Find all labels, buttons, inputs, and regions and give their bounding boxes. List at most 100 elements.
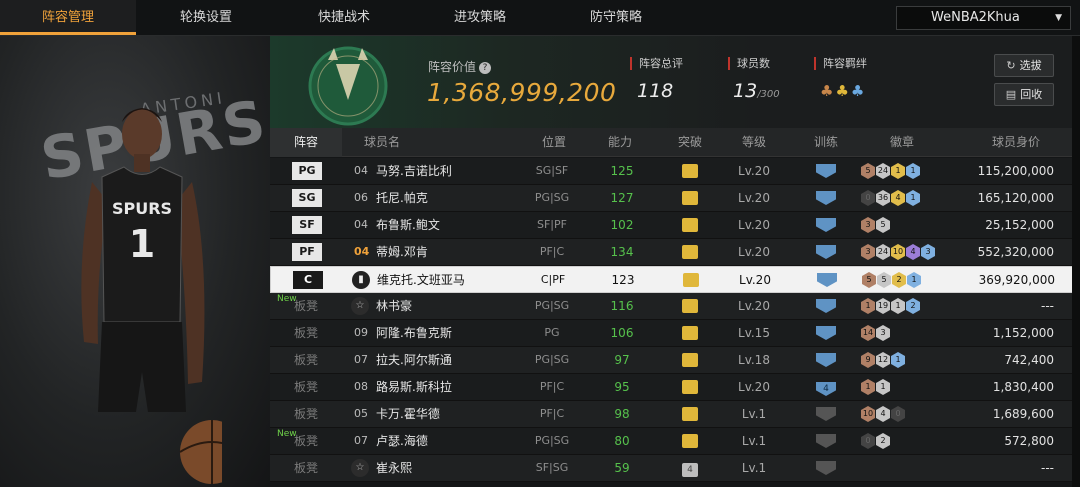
player-level: Lv.20 [738,245,770,259]
training-cell[interactable] [800,212,852,241]
badge-group[interactable]: 1 19 1 2 [861,298,921,315]
table-row[interactable]: SF 04 布鲁斯.鲍文 SF|PF 102 Lv.20 3 5 25,152,000 [270,212,1080,239]
player-level: Lv.20 [739,273,771,287]
badge-count-icon: 19 [876,298,890,314]
player-ovr: 97 [614,353,630,367]
crown-icon [682,380,698,394]
player-name[interactable]: 托尼.帕克 [376,185,428,211]
training-cell[interactable]: 4 [800,374,852,400]
breakthrough-cell[interactable] [662,239,718,268]
recycle-button[interactable]: ▤ 回收 [994,83,1054,106]
player-position: C|PF [540,273,566,286]
badge-group[interactable]: 5521 [862,272,922,289]
badge-group[interactable]: 9 12 1 [861,352,906,369]
slot-label: 板凳 [294,326,319,340]
slot-badge: SG [292,189,322,207]
breakthrough-cell[interactable] [662,401,718,430]
player-name[interactable]: 马努.吉诺比利 [376,158,452,184]
player-name[interactable]: 拉夫.阿尔斯通 [376,347,452,373]
jersey-number: 06 [354,191,368,204]
badge-group[interactable]: 14 3 [861,325,891,342]
badge-count-icon: 1 [876,379,890,395]
training-cell[interactable] [800,347,852,376]
tab-rotation[interactable]: 轮换设置 [136,0,276,35]
breakthrough-cell[interactable] [662,158,718,187]
player-name[interactable]: 卢瑟.海德 [376,428,428,454]
draft-button[interactable]: ↻ 选拔 [994,54,1054,77]
training-cell[interactable] [800,428,852,457]
player-name[interactable]: 路易斯.斯科拉 [376,374,452,400]
tab-quick-tactics[interactable]: 快捷战术 [276,0,412,35]
badge-group[interactable]: 10 4 0 [861,406,906,423]
breakthrough-cell[interactable] [662,320,718,349]
training-cell[interactable] [800,320,852,349]
table-row[interactable]: PF 04 蒂姆.邓肯 PF|C 134 Lv.20 3 24 10 4 3 552,320,000 [270,239,1080,266]
player-portrait: 1 SPURS [81,108,222,484]
player-name[interactable]: 布鲁斯.鲍文 [376,212,440,238]
table-row[interactable]: PG 04 马努.吉诺比利 SG|SF 125 Lv.20 5 24 1 1 115,200,000 [270,158,1080,185]
training-shield-icon: 4 [816,382,836,396]
breakthrough-cell[interactable] [662,212,718,241]
chemistry-icon-2[interactable]: ♣ [835,82,848,100]
table-row[interactable]: 板凳 05 卡万.霍华德 PF|C 98 Lv.1 10 4 0 1,689,600 [270,401,1080,428]
badge-group[interactable]: 35 [861,217,891,234]
breakthrough-cell[interactable] [663,267,719,296]
player-name[interactable]: 蒂姆.邓肯 [376,239,428,265]
table-row[interactable]: 板凳 08 路易斯.斯科拉 PF|C 95 Lv.20 4 1 1 1,830,400 [270,374,1080,401]
player-name[interactable]: 卡万.霍华德 [376,401,440,427]
table-row[interactable]: 板凳 09 阿隆.布鲁克斯 PG 106 Lv.15 14 3 1,152,000 [270,320,1080,347]
chemistry-icon-3[interactable]: ♣ [851,82,864,100]
player-position: PG|SG [534,191,570,204]
player-name[interactable]: 阿隆.布鲁克斯 [376,320,452,346]
scroll-track[interactable] [1072,36,1080,487]
training-cell[interactable] [800,293,852,322]
table-row[interactable]: New 板凳 ☆ 林书豪 PG|SG 116 Lv.20 1 19 1 2 --- [270,293,1080,320]
breakthrough-cell[interactable] [662,428,718,457]
table-row[interactable]: SG 06 托尼.帕克 PG|SG 127 Lv.20 0 36 4 1 165,120,000 [270,185,1080,212]
table-row[interactable]: C ▮ 维克托.文班亚马 C|PF 123 Lv.20 5 5 2 1 369,920,000 [270,266,1080,293]
player-salary: 552,320,000 [977,245,1054,259]
training-cell[interactable] [801,267,853,296]
table-row[interactable]: 板凳 ☆ 崔永熙 SF|SG 59 4 Lv.1 --- [270,455,1080,482]
tab-offense[interactable]: 进攻策略 [412,0,548,35]
training-shield-icon [816,245,836,259]
badge-group[interactable]: 5 24 1 1 [861,163,921,180]
chemistry-icon-1[interactable]: ♣ [820,82,833,100]
chemistry-icons: ♣ ♣ ♣ [820,82,866,100]
star-icon: ☆ [351,459,369,477]
player-name[interactable]: 维克托.文班亚马 [377,267,465,293]
breakthrough-cell[interactable]: 4 [662,455,718,481]
badge-count-icon: 3 [876,325,890,341]
badge-group[interactable]: 3 24 10 4 3 [861,244,936,261]
user-select-value: WeNBA2Khua [931,10,1020,25]
breakthrough-cell[interactable] [662,374,718,403]
training-cell[interactable] [800,185,852,214]
help-icon[interactable]: ? [479,62,492,74]
training-cell[interactable] [800,401,852,430]
player-name[interactable]: 崔永熙 [376,455,412,481]
tab-defense[interactable]: 防守策略 [548,0,684,35]
user-select[interactable]: WeNBA2Khua ▼ [896,6,1071,30]
player-count-label: 球员数 [728,57,770,70]
training-shield-icon [816,434,836,448]
training-cell[interactable] [800,239,852,268]
training-cell[interactable] [800,455,852,484]
badge-group[interactable]: 02 [861,433,891,450]
player-name[interactable]: 林书豪 [376,293,412,319]
badge-count-icon: 36 [876,190,890,206]
tab-lineup[interactable]: 阵容管理 [0,0,136,35]
badge-group[interactable]: 0 36 4 1 [861,190,921,207]
badge-group[interactable]: 11 [861,379,891,396]
breakthrough-cell[interactable] [662,185,718,214]
player-level: Lv.20 [738,191,770,205]
crown-icon [682,218,698,232]
training-cell[interactable] [800,158,852,187]
player-level: Lv.20 [738,299,770,313]
team-value-label: 阵容价值? [428,58,492,75]
player-ovr: 116 [610,299,634,313]
table-row[interactable]: New 板凳 07 卢瑟.海德 PG|SG 80 Lv.1 0 2 572,800 [270,428,1080,455]
breakthrough-cell[interactable] [662,293,718,322]
table-row[interactable]: 板凳 07 拉夫.阿尔斯通 PG|SG 97 Lv.18 9 12 1 742,400 [270,347,1080,374]
breakthrough-cell[interactable] [662,347,718,376]
player-position: PG|SG [534,299,570,312]
